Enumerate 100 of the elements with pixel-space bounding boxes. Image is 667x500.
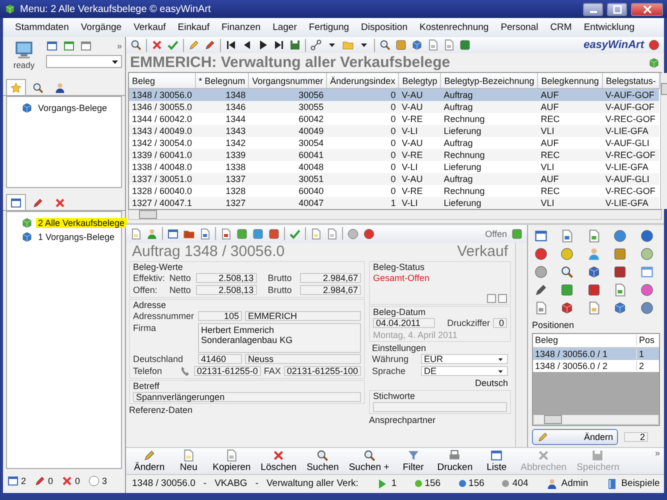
document-icon[interactable] <box>220 228 232 240</box>
menu-item[interactable]: Kostenrechnung <box>413 20 495 35</box>
value-field[interactable]: 2.508,13 <box>196 285 257 296</box>
cube-icon[interactable] <box>586 264 601 279</box>
cube-icon[interactable] <box>411 39 423 52</box>
scrollbar[interactable] <box>128 210 662 220</box>
pencil-icon[interactable] <box>204 39 216 52</box>
circle-icon[interactable] <box>560 246 574 261</box>
document-icon[interactable] <box>586 300 601 315</box>
square-icon[interactable] <box>511 228 523 240</box>
input-field[interactable]: 0 <box>493 318 507 328</box>
square-icon[interactable] <box>268 228 280 240</box>
link-icon[interactable] <box>310 39 322 52</box>
sidebar-tab[interactable] <box>6 194 26 210</box>
floppy-icon[interactable] <box>289 39 301 52</box>
document-icon[interactable] <box>130 228 142 240</box>
input-field[interactable] <box>373 402 507 412</box>
select-field[interactable]: DE <box>421 366 508 376</box>
input-field[interactable]: 105 <box>198 311 242 322</box>
circle-icon[interactable] <box>347 228 359 240</box>
text-area[interactable]: Herbert Emmerich Sonderanlagenbau KG <box>198 322 361 353</box>
toolbar-button[interactable]: Suchen <box>302 448 343 474</box>
more-button[interactable]: » <box>654 448 660 458</box>
toolbar-button[interactable]: Drucken <box>433 448 477 474</box>
document-icon[interactable] <box>560 228 574 243</box>
input-field[interactable]: Spannverlängerungen <box>133 392 361 402</box>
document-icon[interactable] <box>613 282 628 297</box>
window-icon[interactable] <box>46 40 58 52</box>
column-header[interactable]: Belegtyp <box>398 73 441 89</box>
value-field[interactable]: 2.984,67 <box>300 273 361 284</box>
tree-item[interactable]: 2 Alle Verkaufsbelege <box>36 218 127 228</box>
document-icon[interactable] <box>310 228 322 240</box>
phone-icon[interactable] <box>178 365 191 378</box>
dropdown-field[interactable] <box>46 55 122 68</box>
menu-item[interactable]: Einkauf <box>172 20 216 35</box>
column-header[interactable]: Beleg <box>129 73 196 89</box>
toolbar-button[interactable]: Kopieren <box>208 448 255 474</box>
menu-item[interactable]: Verkauf <box>128 20 172 35</box>
window-icon[interactable] <box>640 264 654 279</box>
scrollbar[interactable] <box>533 414 659 425</box>
circle-icon[interactable] <box>640 282 654 297</box>
document-icon[interactable] <box>199 228 211 240</box>
person-icon[interactable] <box>586 246 601 261</box>
square-icon[interactable] <box>395 39 407 52</box>
skip-back-icon[interactable] <box>225 39 237 52</box>
menu-item[interactable]: CRM <box>544 20 578 35</box>
circle-icon[interactable] <box>613 228 628 243</box>
cube-icon[interactable] <box>560 300 574 315</box>
circle-icon[interactable] <box>648 39 660 52</box>
menu-item[interactable]: Fertigung <box>302 20 356 35</box>
square-icon[interactable] <box>613 264 628 279</box>
pencil-icon[interactable] <box>534 282 548 297</box>
column-header[interactable]: * Belegnum <box>195 73 249 89</box>
circle-icon[interactable] <box>534 246 548 261</box>
edit-button[interactable]: Ändern <box>532 428 618 445</box>
document-icon[interactable] <box>326 228 338 240</box>
menu-item[interactable]: Personal <box>494 20 544 35</box>
document-icon[interactable] <box>534 300 548 315</box>
maximize-button[interactable] <box>607 2 627 16</box>
window-icon[interactable] <box>80 40 92 52</box>
column-header[interactable]: Pos <box>637 335 659 346</box>
square-icon[interactable] <box>459 39 471 52</box>
document-icon[interactable] <box>443 39 455 52</box>
column-header[interactable]: Belegtyp-Bezeichnung <box>440 73 538 89</box>
menu-item[interactable]: Finanzen <box>215 20 267 35</box>
search-icon[interactable] <box>560 264 574 279</box>
toolbar-button[interactable]: Filter <box>395 448 432 474</box>
scrollbar[interactable] <box>660 73 667 210</box>
value-field[interactable]: 2.984,67 <box>300 285 361 296</box>
circle-icon[interactable] <box>640 300 654 315</box>
cross-icon[interactable] <box>151 39 163 52</box>
more-button[interactable]: » <box>116 41 122 51</box>
check-icon[interactable] <box>289 228 301 240</box>
column-header[interactable]: Änderungsindex <box>326 73 399 89</box>
column-header[interactable]: Belegstatus- <box>602 73 660 89</box>
window-icon[interactable] <box>167 228 179 240</box>
check-icon[interactable] <box>167 39 179 52</box>
tree-item[interactable]: Vorgangs-Belege <box>36 103 110 113</box>
circle-icon[interactable] <box>640 246 654 261</box>
menu-item[interactable]: Vorgänge <box>74 20 128 35</box>
checkbox[interactable] <box>487 294 496 303</box>
toolbar-button[interactable]: Ändern <box>130 448 169 474</box>
menu-item[interactable]: Stammdaten <box>9 20 75 35</box>
person-icon[interactable] <box>146 228 158 240</box>
column-header[interactable]: Belegkennung <box>538 73 602 89</box>
minimize-button[interactable] <box>583 2 603 16</box>
toolbar-button[interactable]: Neu <box>170 448 207 474</box>
circle-icon[interactable] <box>363 228 375 240</box>
square-icon[interactable] <box>236 228 248 240</box>
circle-icon[interactable] <box>534 264 548 279</box>
window-icon[interactable] <box>534 228 548 243</box>
column-header[interactable]: Beleg <box>533 335 637 346</box>
toolbar-button[interactable]: Löschen <box>256 448 301 474</box>
window-icon[interactable] <box>63 40 75 52</box>
input-field[interactable]: Neuss <box>245 354 361 364</box>
skip-forward-icon[interactable] <box>273 39 285 52</box>
square-icon[interactable] <box>252 228 264 240</box>
checkbox[interactable] <box>498 294 507 303</box>
tree-item[interactable]: 1 Vorgangs-Belege <box>36 232 117 242</box>
cube-icon[interactable] <box>613 300 628 315</box>
